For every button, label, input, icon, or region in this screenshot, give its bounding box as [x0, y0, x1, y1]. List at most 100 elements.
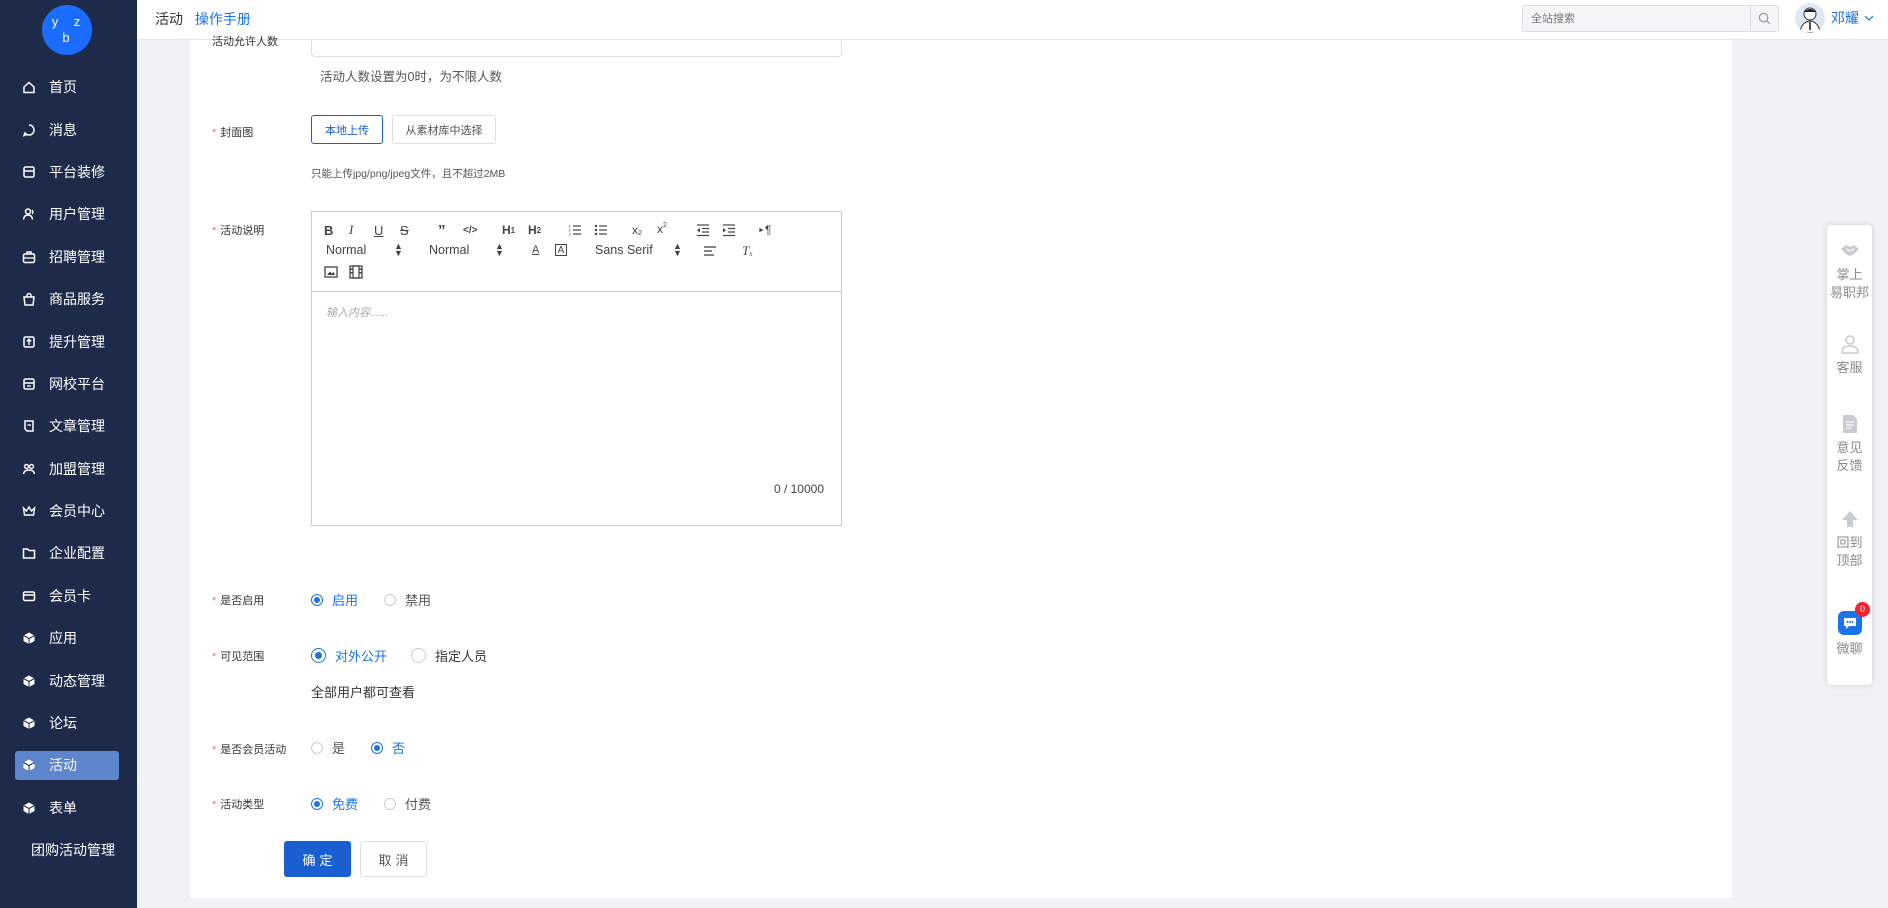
ordered-list-icon[interactable]: 123 [568, 222, 582, 238]
code-icon[interactable]: </> [463, 222, 477, 238]
sidebar-item-label: 商品服务 [49, 291, 105, 308]
choose-library-button[interactable]: 从素材库中选择 [392, 115, 496, 144]
scope-public-radio[interactable]: 对外公开 [311, 646, 387, 665]
editor-body[interactable]: 输入内容...... [326, 304, 388, 320]
crown-icon [22, 504, 36, 518]
indent-icon[interactable] [722, 222, 736, 238]
sidebar-item-11[interactable]: 企业配置 [0, 532, 137, 574]
text-direction-icon[interactable]: ► ¶ [758, 222, 771, 238]
background-color-icon[interactable]: A [555, 244, 567, 256]
heading1-icon[interactable]: H1 [502, 222, 515, 238]
confirm-button[interactable]: 确定 [284, 841, 351, 877]
search-input[interactable] [1531, 6, 1741, 31]
sidebar-nav: 首页 消息 平台装修 用户管理 招聘管理商品服务提升管理 网校平台 文章管理 加盟管理会员中心… [0, 66, 137, 871]
card-icon [22, 589, 36, 603]
sidebar-item-16[interactable]: 活动 [0, 744, 137, 786]
sidebar-item-7[interactable]: 网校平台 [0, 363, 137, 405]
scope-help: 全部用户都可查看 [311, 685, 416, 700]
header-select[interactable]: Normal ▲ ▼ [429, 242, 509, 258]
sidebar-item-label: 团购活动管理 [31, 842, 115, 859]
type-paid-radio[interactable]: 付费 [384, 794, 431, 813]
sidebar-item-9[interactable]: 加盟管理 [0, 448, 137, 490]
sidebar-item-6[interactable]: 提升管理 [0, 320, 137, 362]
scope-specified-radio[interactable]: 指定人员 [411, 646, 487, 665]
bullet-list-icon[interactable] [594, 222, 608, 238]
sidebar-item-0[interactable]: 首页 [0, 66, 137, 108]
sidebar-item-2[interactable]: 平台装修 [0, 151, 137, 193]
member-no-radio[interactable]: 否 [371, 738, 405, 757]
sidebar-item-8[interactable]: 文章管理 [0, 405, 137, 447]
sidebar-item-14[interactable]: 动态管理 [0, 659, 137, 701]
home-icon [22, 80, 36, 94]
bold-icon[interactable]: B [324, 222, 333, 238]
sidebar-item-label: 会员中心 [49, 503, 105, 520]
customer-service-label: 客服 [1836, 360, 1863, 375]
underline-icon[interactable]: U [374, 222, 383, 238]
folder-icon [22, 546, 36, 560]
mobile-app-label: 掌上 易职邦 [1829, 267, 1869, 300]
svg-text:3: 3 [569, 232, 572, 237]
sidebar-item-3[interactable]: 用户管理 [0, 193, 137, 235]
member-label: * 是否会员活动 [212, 744, 287, 756]
user-icon [22, 207, 36, 221]
size-select[interactable]: Normal ▲ ▼ [326, 242, 406, 258]
description-label: * 活动说明 [212, 225, 265, 237]
superscript-icon[interactable]: x2 [657, 221, 667, 237]
breadcrumb-current: 活动 [155, 11, 183, 27]
upload-local-button[interactable]: 本地上传 [311, 115, 383, 144]
chat-badge: 0 [1855, 602, 1870, 617]
enable-off-radio[interactable]: 禁用 [384, 590, 431, 609]
cover-label: * 封面图 [212, 127, 254, 139]
editor-toolbar: B I U S ” </> H1 H2 123 x2 x2 ► ¶ Normal ▲… [312, 212, 841, 292]
participants-input[interactable] [311, 40, 842, 57]
italic-icon[interactable]: I [349, 222, 353, 238]
school-icon [22, 377, 36, 391]
radio-dot-icon [411, 648, 426, 663]
chat-button[interactable]: 0 微聊 [1827, 602, 1872, 658]
user-menu[interactable]: 邓耀 [1795, 3, 1874, 33]
char-counter: 0 / 10000 [773, 482, 824, 496]
sidebar-item-1[interactable]: 消息 [0, 108, 137, 150]
feedback-button[interactable]: 意见 反馈 [1827, 413, 1872, 475]
align-icon[interactable] [703, 243, 717, 259]
member-yes-radio[interactable]: 是 [311, 738, 345, 757]
enable-on-radio[interactable]: 启用 [311, 590, 358, 609]
sidebar-item-label: 会员卡 [49, 587, 91, 604]
text-color-icon[interactable]: A [532, 242, 539, 258]
sidebar-item-label: 表单 [49, 799, 77, 816]
logo[interactable]: y zb [42, 5, 92, 55]
user-service-icon [1840, 335, 1859, 354]
sidebar-item-label: 企业配置 [49, 545, 105, 562]
font-select[interactable]: Sans Serif ▲ ▼ [595, 242, 685, 258]
subscript-icon[interactable]: x2 [632, 222, 642, 238]
cube-icon [22, 801, 36, 815]
sidebar-item-10[interactable]: 会员中心 [0, 490, 137, 532]
sidebar-item-4[interactable]: 招聘管理 [0, 236, 137, 278]
mobile-app-button[interactable]: 掌上 易职邦 [1827, 240, 1872, 302]
radio-dot-icon [371, 741, 383, 754]
sidebar-item-17[interactable]: 表单 [0, 787, 137, 829]
sidebar-item-13[interactable]: 应用 [0, 617, 137, 659]
image-icon[interactable] [324, 264, 338, 280]
clear-format-icon[interactable]: Tx [742, 243, 752, 259]
sidebar-item-18[interactable]: 团购活动管理 [0, 829, 137, 871]
avatar [1795, 3, 1825, 33]
video-icon[interactable] [349, 264, 363, 280]
radio-dot-icon [311, 741, 323, 754]
blockquote-icon[interactable]: ” [438, 222, 446, 239]
sidebar-item-5[interactable]: 商品服务 [0, 278, 137, 320]
heading2-icon[interactable]: H2 [528, 222, 541, 238]
breadcrumb: 活动 操作手册 [155, 9, 251, 29]
cancel-button[interactable]: 取消 [360, 841, 427, 877]
sidebar-item-15[interactable]: 论坛 [0, 702, 137, 744]
strike-icon[interactable]: S [400, 222, 409, 238]
customer-service-button[interactable]: 客服 [1827, 333, 1872, 377]
float-toolbar: 掌上 易职邦 客服 意见 反馈 回到 顶部 0 微聊 [1827, 225, 1872, 685]
back-to-top-button[interactable]: 回到 顶部 [1827, 508, 1872, 570]
manual-link[interactable]: 操作手册 [195, 11, 251, 27]
type-free-radio[interactable]: 免费 [311, 794, 358, 813]
outdent-icon[interactable] [696, 222, 710, 238]
search-icon[interactable] [1757, 11, 1772, 26]
sidebar: y zb 首页 消息 平台装修 用户管理 招聘管理商品服务提升管理 网校平台 文章管理 加盟管… [0, 0, 137, 908]
sidebar-item-12[interactable]: 会员卡 [0, 575, 137, 617]
